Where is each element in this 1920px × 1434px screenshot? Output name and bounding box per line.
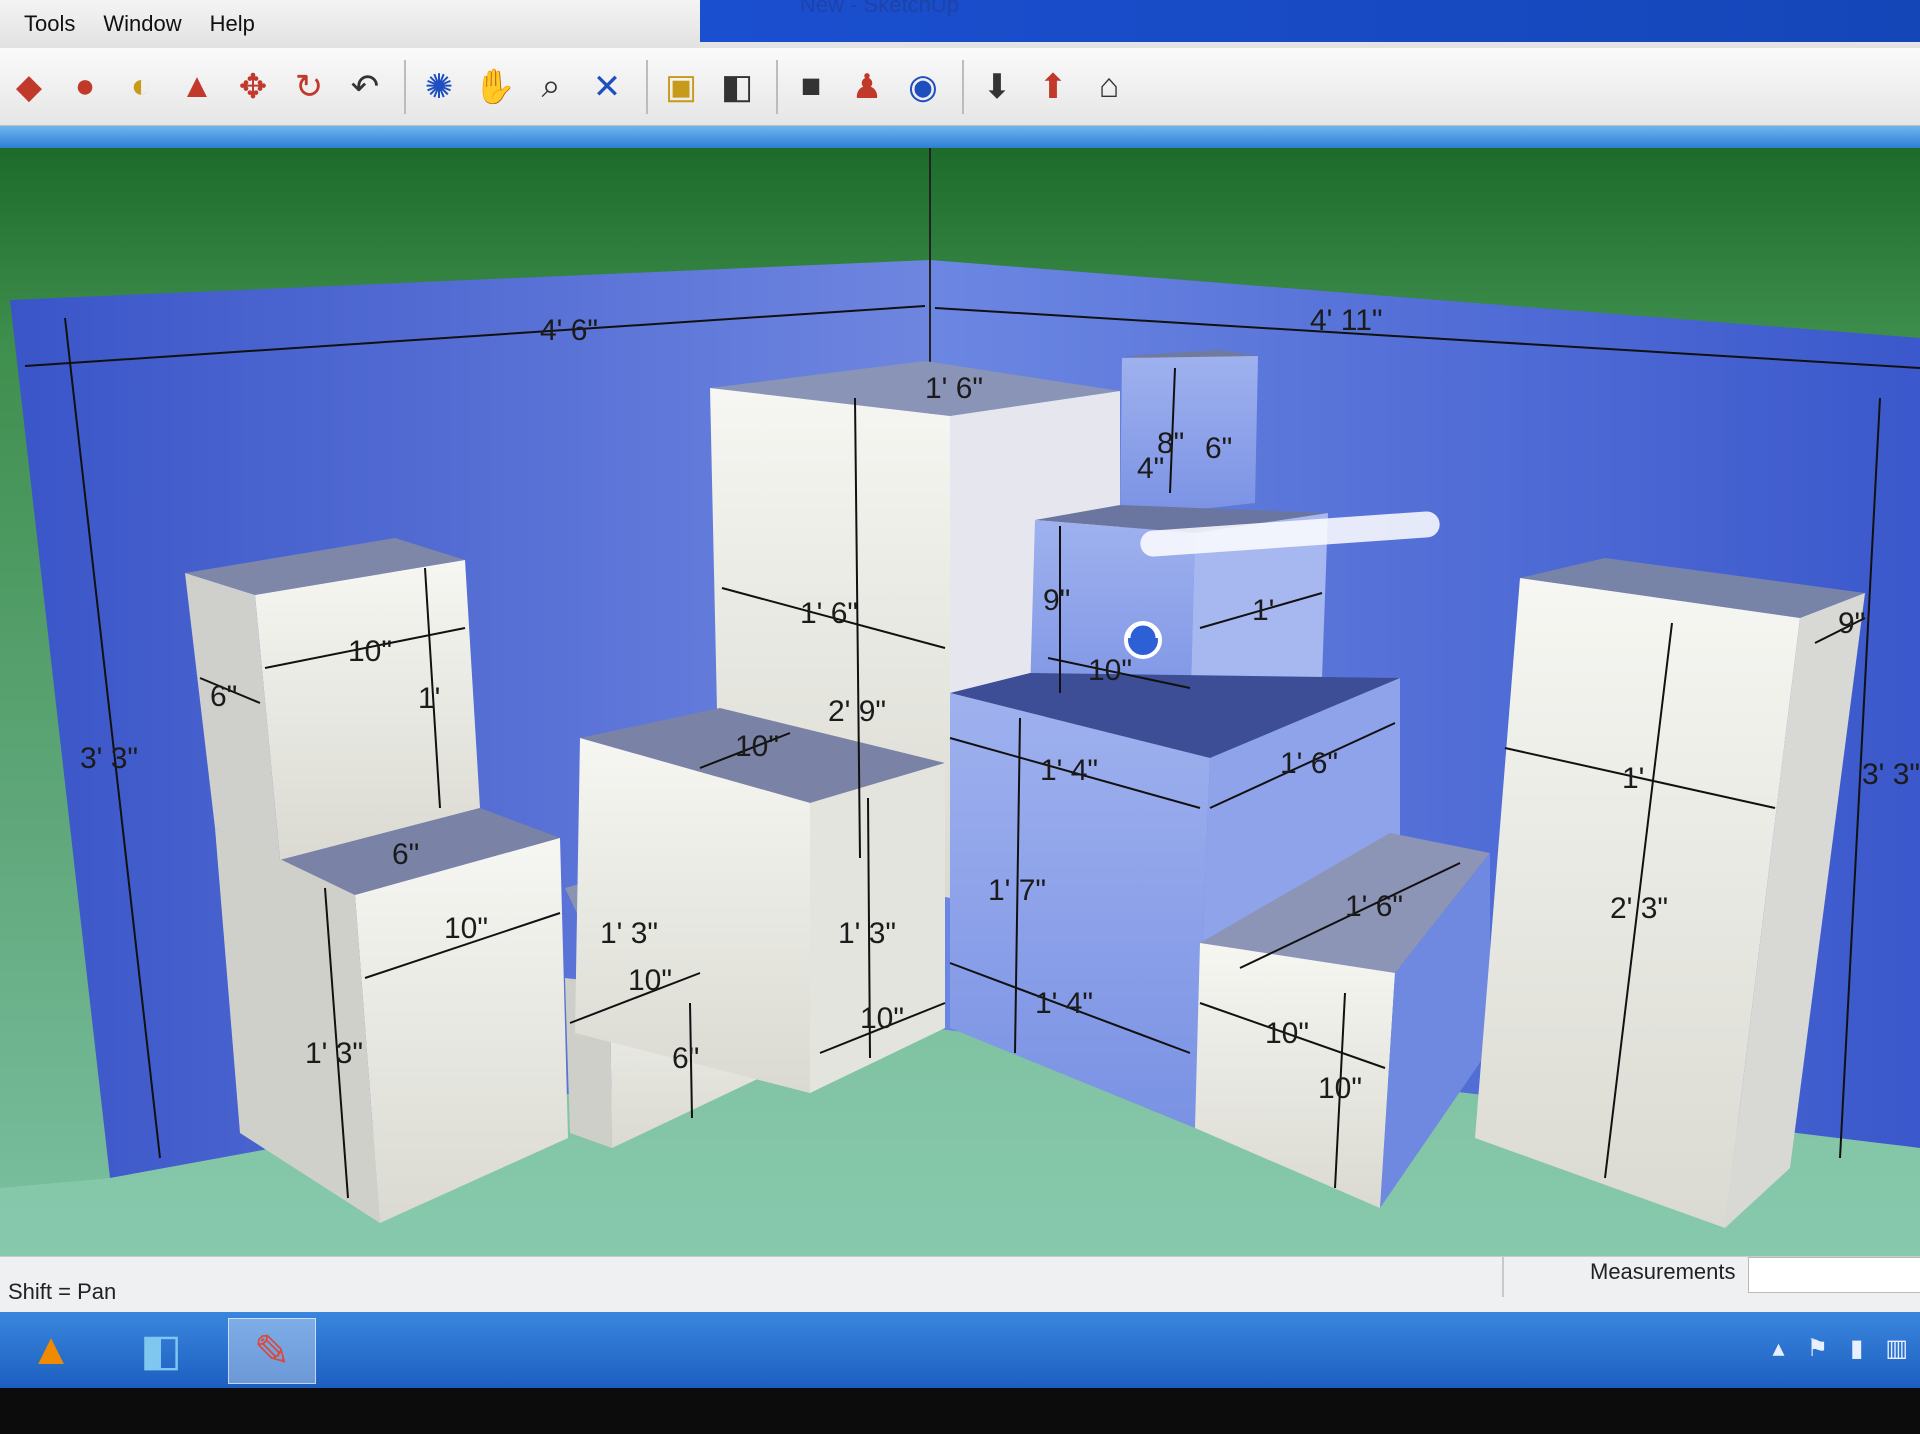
svg-text:10": 10" <box>1088 654 1132 687</box>
modeling-viewport[interactable]: 4' 6" 4' 11" 3' 3" 3' 3" 1' 6" 1' 6" 2' … <box>0 148 1920 1256</box>
svg-text:1' 3": 1' 3" <box>838 917 896 950</box>
svg-text:10": 10" <box>735 730 779 763</box>
svg-text:2' 3": 2' 3" <box>1610 892 1668 925</box>
svg-text:8": 8" <box>1157 427 1184 460</box>
paint-bucket-icon[interactable]: ● <box>60 59 110 115</box>
measurements-label: Measurements <box>1590 1259 1736 1284</box>
svg-text:10": 10" <box>860 1002 904 1035</box>
get-components-icon[interactable]: ⬇ <box>972 59 1022 115</box>
svg-text:6": 6" <box>210 680 237 713</box>
toolbar-separator <box>962 59 964 114</box>
sketchup-icon[interactable]: ✎ <box>228 1318 316 1384</box>
svg-text:10": 10" <box>1318 1072 1362 1105</box>
svg-text:1': 1' <box>418 682 440 715</box>
section-plane-icon[interactable]: ◧ <box>712 59 762 115</box>
measurements-field[interactable] <box>1748 1257 1920 1293</box>
follow-me-icon[interactable]: ◐ <box>116 59 166 115</box>
rotate-icon[interactable]: ↻ <box>284 59 334 115</box>
svg-text:9": 9" <box>1838 607 1865 640</box>
left-upper-front <box>255 560 480 860</box>
status-divider <box>1502 1257 1504 1297</box>
3d-warehouse-icon[interactable]: ■ <box>786 59 836 115</box>
svg-text:10": 10" <box>444 912 488 945</box>
svg-text:1' 4": 1' 4" <box>1035 987 1093 1020</box>
svg-text:1': 1' <box>1252 594 1274 627</box>
taskbar: ▴ ⚑ ▮ ▥ ▲ ◧ ✎ <box>0 1312 1920 1388</box>
svg-text:2' 9": 2' 9" <box>828 695 886 728</box>
orbit-cursor-icon <box>1124 621 1162 659</box>
battery-icon[interactable]: ▮ <box>1850 1334 1863 1363</box>
svg-text:1' 7": 1' 7" <box>988 874 1046 907</box>
share-component-icon[interactable]: ⬆ <box>1028 59 1078 115</box>
svg-text:4' 6": 4' 6" <box>540 314 598 347</box>
status-bar: Shift = Pan Measurements <box>0 1256 1920 1313</box>
top-cube-front <box>1120 356 1258 518</box>
zoom-icon[interactable]: ⌕ <box>526 59 576 115</box>
svg-text:1' 3": 1' 3" <box>305 1037 363 1070</box>
svg-text:1' 6": 1' 6" <box>925 372 983 405</box>
toolbar-separator <box>404 59 406 114</box>
svg-text:3' 3": 3' 3" <box>1862 758 1920 791</box>
toolbar-separator <box>646 59 648 114</box>
svg-text:1': 1' <box>1622 762 1644 795</box>
offset-icon[interactable]: ↶ <box>340 59 390 115</box>
menu-help[interactable]: Help <box>210 11 255 37</box>
svg-text:1' 6": 1' 6" <box>800 597 858 630</box>
flag-icon[interactable]: ⚑ <box>1807 1334 1829 1363</box>
svg-text:1' 6": 1' 6" <box>1280 747 1338 780</box>
push-pull-icon[interactable]: ▲ <box>172 59 222 115</box>
status-hint: Shift = Pan <box>8 1279 117 1304</box>
extension-warehouse-icon[interactable]: ⌂ <box>1084 59 1134 115</box>
menu-tools[interactable]: Tools <box>24 11 75 37</box>
eraser-icon[interactable]: ◆ <box>4 59 54 115</box>
svg-text:10": 10" <box>628 964 672 997</box>
toolbar-separator <box>776 59 778 114</box>
toolbar-edge <box>0 126 1920 148</box>
svg-text:1' 3": 1' 3" <box>600 917 658 950</box>
vlc-icon[interactable]: ▲ <box>8 1318 94 1382</box>
svg-text:6": 6" <box>392 838 419 871</box>
system-tray: ▴ ⚑ ▮ ▥ <box>1773 1334 1908 1363</box>
share-model-icon[interactable]: ◉ <box>898 59 948 115</box>
svg-text:3' 3": 3' 3" <box>80 742 138 775</box>
pan-icon[interactable]: ✋ <box>470 59 520 115</box>
svg-text:1' 4": 1' 4" <box>1040 754 1098 787</box>
get-models-icon[interactable]: ♟ <box>842 59 892 115</box>
tray-arrow-icon[interactable]: ▴ <box>1773 1334 1785 1363</box>
svg-text:6": 6" <box>1205 432 1232 465</box>
menu-window[interactable]: Window <box>103 11 181 37</box>
window-title: New - SketchUp <box>800 0 959 17</box>
move-icon[interactable]: ✥ <box>228 59 278 115</box>
svg-text:6": 6" <box>672 1042 699 1075</box>
menu-bar: New - SketchUp Tools Window Help <box>0 0 1920 48</box>
network-icon[interactable]: ▥ <box>1885 1334 1908 1363</box>
svg-text:4' 11": 4' 11" <box>1310 304 1383 337</box>
app-icon[interactable]: ◧ <box>118 1318 204 1382</box>
orbit-icon[interactable]: ✺ <box>414 59 464 115</box>
svg-text:10": 10" <box>348 635 392 668</box>
zoom-extents-icon[interactable]: ✕ <box>582 59 632 115</box>
svg-text:10": 10" <box>1265 1017 1309 1050</box>
previous-view-icon[interactable]: ▣ <box>656 59 706 115</box>
svg-text:1' 6": 1' 6" <box>1345 890 1403 923</box>
monitor-bezel <box>0 1388 1920 1434</box>
svg-text:9": 9" <box>1043 584 1070 617</box>
toolbar: ◆ ● ◐ ▲ ✥ ↻ ↶ ✺ ✋ ⌕ ✕ ▣ ◧ ■ ♟ ◉ ⬇ ⬆ ⌂ <box>0 48 1920 126</box>
